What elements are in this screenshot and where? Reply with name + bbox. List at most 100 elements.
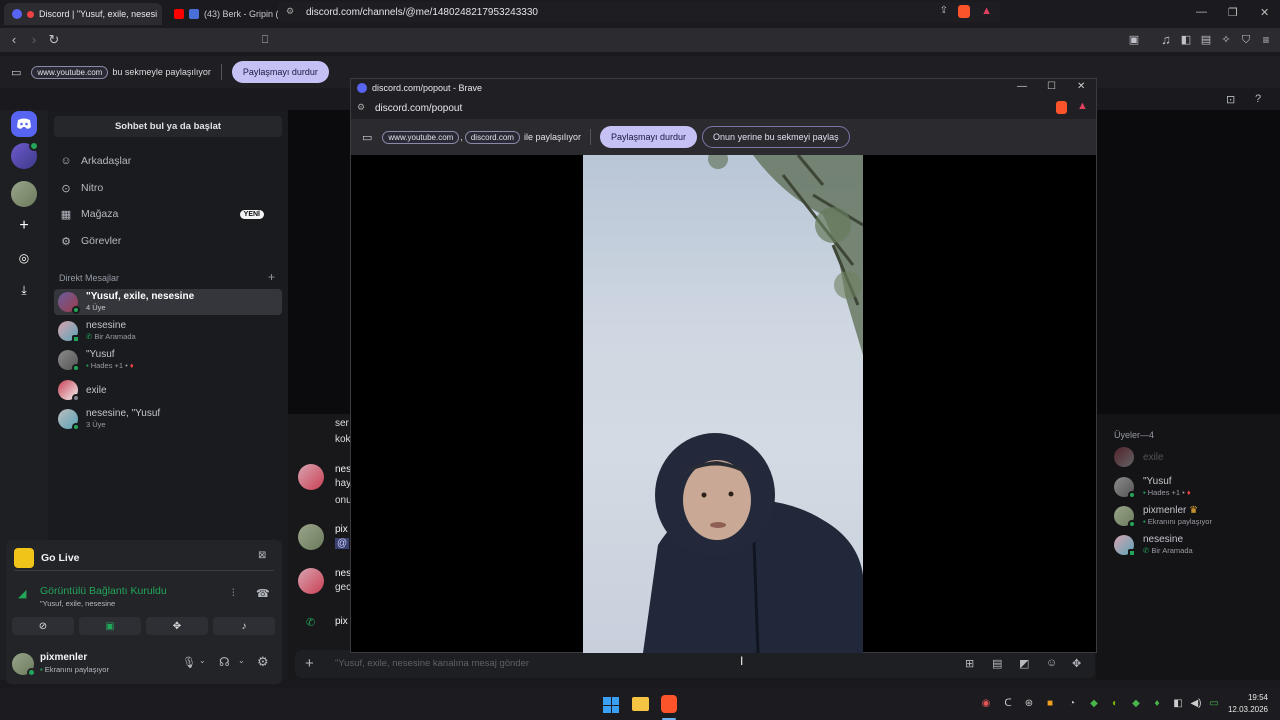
gif-icon[interactable]: ▤	[992, 657, 1002, 670]
discord-home-icon[interactable]	[11, 111, 37, 137]
popout-icon[interactable]: ⊠	[258, 550, 266, 561]
bookmark-icon[interactable]: ⎕	[257, 32, 273, 48]
avatar[interactable]	[12, 653, 36, 677]
brave-browser-icon[interactable]	[661, 695, 677, 713]
url-input[interactable]: ⚙ discord.com/channels/@me/1480248217953…	[278, 2, 1000, 22]
volume-icon[interactable]: ◀)	[1190, 698, 1202, 710]
divider	[590, 129, 591, 145]
camera-off-button[interactable]: ⊘	[12, 617, 74, 635]
brave-rewards-icon[interactable]: ▲	[1077, 100, 1088, 112]
message-author[interactable]: nes	[335, 568, 351, 579]
avatar[interactable]	[298, 464, 324, 490]
tray-app-icon[interactable]: ⊛	[1023, 698, 1035, 710]
message-input[interactable]: + "Yusuf, exile, nesesine kanalına mesaj…	[295, 650, 1095, 678]
tray-app-icon[interactable]: ◆	[1088, 698, 1100, 710]
sidebar-toggle-icon[interactable]: ▣	[1126, 32, 1142, 48]
member-item[interactable]: nesesine ✆ Bir Aramada	[1114, 534, 1193, 557]
activities-button[interactable]: ✥	[146, 617, 208, 635]
disconnect-icon[interactable]: ☎	[256, 587, 270, 600]
brave-shields-icon[interactable]	[1056, 101, 1067, 114]
headphones-icon[interactable]: ☊	[219, 655, 230, 669]
minimize-icon[interactable]: —	[1017, 81, 1027, 92]
network-icon[interactable]: ◧	[1172, 698, 1184, 710]
close-window-icon[interactable]: ✕	[1260, 6, 1269, 19]
forward-icon[interactable]: ›	[26, 32, 42, 48]
windows-start-icon[interactable]	[603, 697, 619, 713]
attach-plus-icon[interactable]: +	[305, 655, 314, 672]
discover-icon[interactable]: ◎	[11, 245, 37, 271]
site-settings-icon[interactable]: ⚙	[357, 102, 365, 113]
sticker-icon[interactable]: ◩	[1019, 657, 1029, 670]
clock-date[interactable]: 12.03.2026	[1220, 705, 1268, 714]
brave-shields-icon[interactable]	[958, 5, 970, 18]
menu-icon[interactable]: ≡	[1258, 32, 1274, 48]
close-window-icon[interactable]: ✕	[1077, 81, 1085, 92]
nav-friends[interactable]: ☺ Arkadaşlar	[60, 150, 131, 172]
battery-icon[interactable]: ▭	[1208, 698, 1220, 710]
tray-app-icon[interactable]: ◆	[1130, 698, 1142, 710]
file-explorer-icon[interactable]	[632, 697, 649, 711]
member-item[interactable]: exile	[1114, 447, 1164, 467]
message-author[interactable]: nes	[335, 464, 351, 475]
emoji-icon[interactable]: ☺	[1046, 657, 1057, 669]
dm-item[interactable]: "Yusuf ▪ Hades +1 • ♦	[54, 347, 282, 373]
download-icon[interactable]: ⤓	[11, 277, 37, 303]
server-avatar[interactable]	[11, 181, 37, 207]
restore-icon[interactable]: ❐	[1228, 6, 1238, 19]
chevron-down-icon[interactable]: ⌄	[238, 656, 245, 665]
game-icon: ▪	[86, 361, 89, 370]
tray-app-icon[interactable]: ᑕ	[1002, 698, 1014, 710]
nvidia-icon[interactable]: ◐	[1109, 698, 1121, 710]
maximize-icon[interactable]: ☐	[1047, 81, 1056, 92]
vpn-icon[interactable]: ⛉	[1238, 32, 1254, 48]
server-avatar[interactable]	[11, 141, 39, 169]
tray-app-icon[interactable]: ■	[1044, 698, 1056, 710]
find-conversation-button[interactable]: Sohbet bul ya da başlat	[54, 116, 282, 137]
settings-gear-icon[interactable]: ⚙	[257, 654, 269, 670]
inbox-icon[interactable]: ⊡	[1226, 93, 1235, 106]
media-icon[interactable]: ♫	[1158, 32, 1174, 48]
nav-nitro[interactable]: ⊙ Nitro	[60, 177, 103, 199]
nav-quests[interactable]: ⚙ Görevler	[60, 230, 121, 252]
tab-discord[interactable]: Discord | "Yusuf, exile, nesesi ✕	[4, 3, 162, 25]
reader-icon[interactable]: ◧	[1178, 32, 1194, 48]
dm-item[interactable]: exile	[54, 377, 282, 403]
share-page-icon[interactable]: ⇪	[940, 5, 948, 16]
brave-rewards-icon[interactable]: ▲	[981, 5, 992, 17]
tray-app-icon[interactable]: ◔	[1066, 698, 1078, 710]
message-author[interactable]: pix	[335, 524, 348, 535]
avatar[interactable]	[298, 568, 324, 594]
wallet-icon[interactable]: ▤	[1198, 32, 1214, 48]
member-item[interactable]: pixmenler ♛ ▪ Ekranını paylaşıyor	[1114, 505, 1212, 528]
dm-item[interactable]: nesesine, "Yusuf 3 Üye	[54, 406, 282, 432]
avatar[interactable]	[298, 524, 324, 550]
create-dm-icon[interactable]: +	[268, 270, 275, 284]
gift-icon[interactable]: ⊞	[965, 657, 974, 670]
site-settings-icon[interactable]: ⚙	[286, 6, 294, 17]
mention[interactable]: @	[335, 538, 350, 549]
clock-time[interactable]: 19:54	[1238, 693, 1268, 702]
dm-item[interactable]: nesesine ✆ Bir Aramada	[54, 318, 282, 344]
leo-icon[interactable]: ✧	[1218, 32, 1234, 48]
screen-share-button[interactable]: ▣	[79, 617, 141, 635]
close-tab-icon[interactable]: ✕	[157, 9, 162, 20]
microphone-tray-icon[interactable]: ♦	[1151, 698, 1163, 710]
tray-app-icon[interactable]: ◉	[980, 698, 992, 710]
minimize-icon[interactable]: —	[1196, 6, 1207, 18]
microphone-icon[interactable]: 🎙	[182, 656, 196, 669]
stop-sharing-button[interactable]: Paylaşmayı durdur	[231, 61, 329, 83]
noise-suppression-icon[interactable]: ⫶	[232, 588, 235, 599]
chevron-down-icon[interactable]: ⌄	[199, 656, 206, 665]
apps-icon[interactable]: ✥	[1072, 657, 1081, 670]
reload-icon[interactable]: ↻	[46, 32, 62, 48]
nav-shop[interactable]: ▦ Mağaza YENİ	[60, 203, 280, 225]
avatar	[58, 409, 80, 431]
member-item[interactable]: "Yusuf ▪ Hades +1 • ♦	[1114, 476, 1191, 499]
stop-sharing-button[interactable]: Paylaşmayı durdur	[600, 126, 698, 148]
add-server-icon[interactable]: +	[11, 213, 37, 239]
help-icon[interactable]: ?	[1255, 93, 1261, 105]
soundboard-button[interactable]: ♪	[213, 617, 275, 635]
dm-item[interactable]: "Yusuf, exile, nesesine 4 Üye	[54, 289, 282, 315]
back-icon[interactable]: ‹	[6, 32, 22, 48]
share-this-tab-button[interactable]: Onun yerine bu sekmeyi paylaş	[702, 126, 850, 148]
